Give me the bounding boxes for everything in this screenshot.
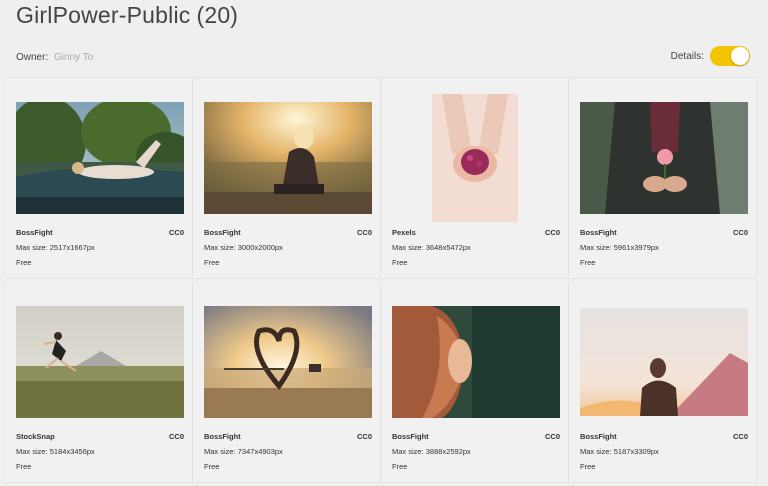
- photo-source: BossFight: [16, 228, 53, 237]
- photo-meta: BossFight CC0 Max size: 2517x1667px Free: [16, 228, 184, 267]
- photo-thumbnail[interactable]: [16, 102, 184, 214]
- photo-license: CC0: [356, 228, 372, 237]
- photo-thumbnail[interactable]: [204, 102, 372, 214]
- owner-label: Owner:: [16, 52, 49, 63]
- photo-price: Free: [580, 258, 596, 267]
- photo-card[interactable]: BossFight CC0 Max size: 7347x4903px Free: [194, 282, 381, 483]
- collection-name: GirlPower-Public: [16, 2, 191, 28]
- photo-source: BossFight: [392, 432, 429, 441]
- photo-grid: BossFight CC0 Max size: 2517x1667px Free …: [6, 77, 757, 483]
- photo-card[interactable]: BossFight CC0 Max size: 3888x2592px Free: [382, 282, 569, 483]
- photo-card[interactable]: StockSnap CC0 Max size: 5184x3456px Free: [6, 282, 193, 483]
- photo-meta: BossFight CC0 Max size: 5961x3979px Free: [580, 228, 748, 267]
- photo-license: CC0: [544, 432, 560, 441]
- photo-meta: BossFight CC0 Max size: 3000x2000px Free: [204, 228, 372, 267]
- photo-card[interactable]: BossFight CC0 Max size: 3000x2000px Free: [194, 78, 381, 279]
- photo-price: Free: [16, 258, 32, 267]
- details-label: Details:: [670, 50, 704, 62]
- photo-size: Max size: 3000x2000px: [204, 243, 283, 252]
- photo-price: Free: [204, 462, 220, 471]
- photo-meta: BossFight CC0 Max size: 3888x2592px Free: [392, 432, 560, 471]
- photo-license: CC0: [168, 228, 184, 237]
- photo-size: Max size: 7347x4903px: [204, 447, 283, 456]
- photo-meta: BossFight CC0 Max size: 5187x3309px Free: [580, 432, 748, 471]
- photo-meta: StockSnap CC0 Max size: 5184x3456px Free: [16, 432, 184, 471]
- photo-thumbnail[interactable]: [432, 94, 518, 222]
- collection-count: (20): [196, 2, 239, 28]
- photo-size: Max size: 3648x5472px: [392, 243, 471, 252]
- photo-thumbnail[interactable]: [580, 102, 748, 214]
- photo-price: Free: [204, 258, 220, 267]
- photo-thumbnail[interactable]: [16, 306, 184, 418]
- photo-thumbnail[interactable]: [580, 308, 748, 416]
- photo-source: BossFight: [204, 432, 241, 441]
- photo-price: Free: [392, 258, 408, 267]
- photo-size: Max size: 5184x3456px: [16, 447, 95, 456]
- photo-card[interactable]: BossFight CC0 Max size: 5187x3309px Free: [570, 282, 757, 483]
- photo-source: BossFight: [204, 228, 241, 237]
- photo-price: Free: [16, 462, 32, 471]
- photo-license: CC0: [356, 432, 372, 441]
- photo-license: CC0: [168, 432, 184, 441]
- photo-license: CC0: [732, 228, 748, 237]
- photo-meta: BossFight CC0 Max size: 7347x4903px Free: [204, 432, 372, 471]
- photo-size: Max size: 3888x2592px: [392, 447, 471, 456]
- photo-source: BossFight: [580, 432, 617, 441]
- photo-source: BossFight: [580, 228, 617, 237]
- details-toggle[interactable]: [710, 46, 750, 66]
- photo-thumbnail[interactable]: [204, 306, 372, 418]
- details-toggle-group: Details:: [671, 46, 750, 66]
- photo-size: Max size: 5961x3979px: [580, 243, 659, 252]
- photo-price: Free: [392, 462, 408, 471]
- owner-info: Owner: Ginny To: [16, 52, 93, 63]
- toggle-knob: [731, 47, 749, 65]
- photo-license: CC0: [544, 228, 560, 237]
- photo-price: Free: [580, 462, 596, 471]
- photo-card[interactable]: Pexels CC0 Max size: 3648x5472px Free: [382, 78, 569, 279]
- photo-source: Pexels: [392, 228, 416, 237]
- photo-thumbnail[interactable]: [392, 306, 560, 418]
- photo-card[interactable]: BossFight CC0 Max size: 2517x1667px Free: [6, 78, 193, 279]
- photo-size: Max size: 5187x3309px: [580, 447, 659, 456]
- photo-meta: Pexels CC0 Max size: 3648x5472px Free: [392, 228, 560, 267]
- page-title: GirlPower-Public (20): [16, 2, 238, 29]
- photo-source: StockSnap: [16, 432, 55, 441]
- photo-size: Max size: 2517x1667px: [16, 243, 95, 252]
- photo-card[interactable]: BossFight CC0 Max size: 5961x3979px Free: [570, 78, 757, 279]
- owner-name-link[interactable]: Ginny To: [54, 52, 93, 63]
- photo-license: CC0: [732, 432, 748, 441]
